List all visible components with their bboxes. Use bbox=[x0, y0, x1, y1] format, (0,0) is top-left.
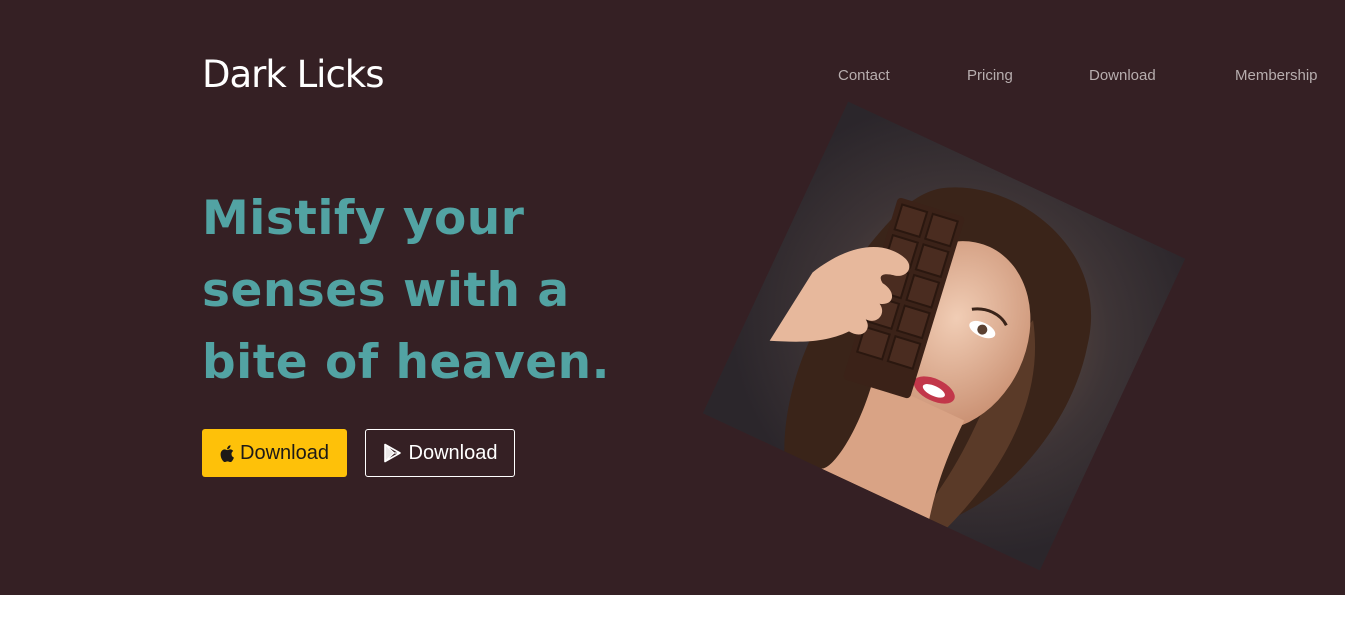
hero-section: Dark Licks Contact Pricing Download Memb… bbox=[0, 0, 1345, 595]
hero-image bbox=[702, 101, 1186, 571]
headline-line: Mistify your bbox=[202, 191, 525, 246]
nav-contact[interactable]: Contact bbox=[838, 66, 890, 86]
app-store-download-label: Download bbox=[240, 441, 329, 464]
nav-membership[interactable]: Membership bbox=[1235, 66, 1318, 86]
google-play-icon bbox=[383, 443, 403, 463]
google-play-download-button[interactable]: Download bbox=[365, 429, 515, 477]
main-nav: Contact Pricing Download Membership bbox=[0, 66, 1345, 86]
headline-line: bite of heaven. bbox=[202, 335, 610, 390]
nav-download[interactable]: Download bbox=[1089, 66, 1156, 86]
apple-icon bbox=[220, 444, 234, 462]
app-store-download-button[interactable]: Download bbox=[202, 429, 347, 477]
hero-headline: Mistify your senses with a bite of heave… bbox=[202, 183, 662, 399]
headline-line: senses with a bbox=[202, 263, 570, 318]
nav-pricing[interactable]: Pricing bbox=[967, 66, 1013, 86]
google-play-download-label: Download bbox=[408, 441, 498, 464]
